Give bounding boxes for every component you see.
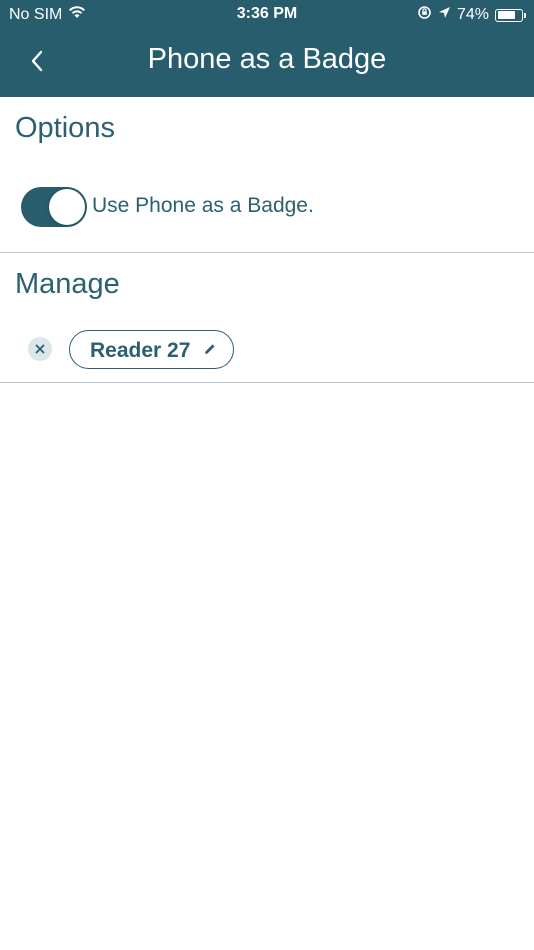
orientation-lock-icon — [417, 5, 432, 25]
remove-reader-button[interactable] — [28, 337, 52, 361]
battery-fill — [497, 11, 515, 19]
toggle-knob — [49, 189, 85, 225]
status-bar: No SIM 3:36 PM 74% — [0, 0, 534, 28]
options-section-title: Options — [15, 112, 115, 144]
battery-tip — [524, 12, 526, 18]
use-phone-as-badge-toggle[interactable] — [21, 187, 87, 227]
phone-as-badge-screen: No SIM 3:36 PM 74% Phone as a Badge Opti… — [0, 0, 534, 950]
battery-percent: 74% — [456, 6, 489, 23]
manage-section-title: Manage — [15, 268, 120, 300]
close-icon — [35, 344, 45, 354]
battery-indicator — [495, 8, 526, 22]
reader-chip[interactable]: Reader 27 — [69, 330, 234, 369]
toggle-label: Use Phone as a Badge. — [92, 194, 314, 217]
status-right: 74% — [417, 5, 526, 25]
divider — [0, 252, 534, 253]
location-arrow-icon — [438, 6, 451, 24]
divider — [0, 382, 534, 383]
page-title: Phone as a Badge — [147, 43, 387, 75]
battery-icon — [495, 8, 523, 22]
reader-name: Reader 27 — [90, 339, 191, 362]
pencil-icon[interactable] — [203, 342, 217, 356]
navigation-header: No SIM 3:36 PM 74% Phone as a Badge — [0, 0, 534, 97]
